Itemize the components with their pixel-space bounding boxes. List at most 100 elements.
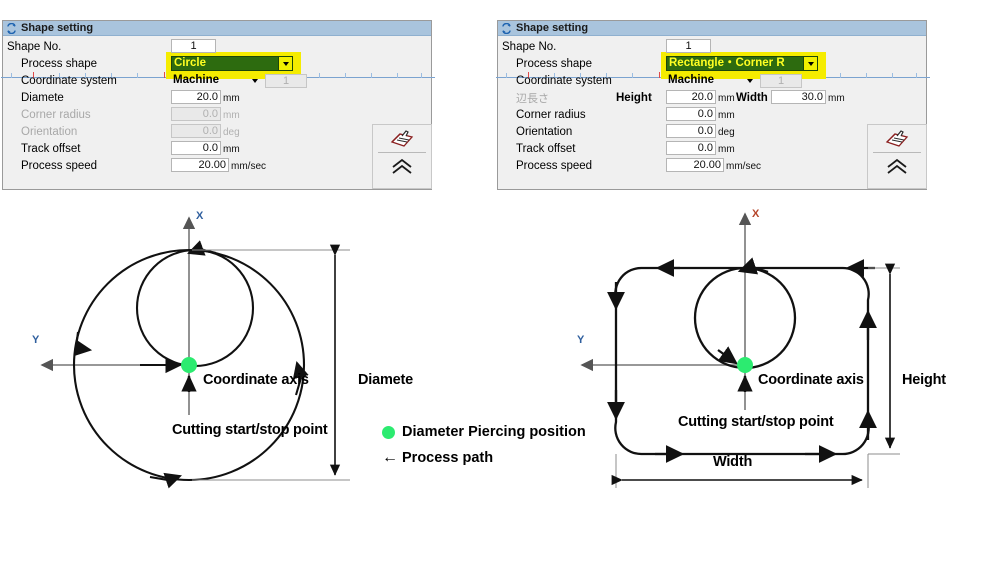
process-speed-unit: mm/sec	[231, 161, 266, 172]
row-side-length: 辺長さ Height 20.0 mm Width 30.0 mm	[498, 89, 926, 106]
row-orientation: Orientation 0.0 deg	[3, 123, 431, 140]
row-coordinate-system: Coordinate system Machine 1	[3, 72, 431, 89]
panel-field-rows: Shape No. 1 Process shape Rectangle・Corn…	[498, 36, 926, 174]
process-shape-label: Process shape	[516, 57, 593, 70]
coordinate-system-index-input[interactable]: 1	[265, 74, 307, 88]
track-offset-label: Track offset	[21, 142, 81, 155]
track-offset-unit: mm	[718, 144, 735, 155]
process-shape-value: Circle	[174, 57, 206, 69]
coordinate-system-combobox[interactable]: Machine	[666, 73, 756, 88]
coordinate-system-label: Coordinate system	[21, 74, 117, 87]
lead-in-circle	[135, 248, 255, 368]
chevron-down-icon[interactable]	[278, 57, 292, 70]
process-shape-label: Process shape	[21, 57, 98, 70]
corner-radius-input: 0.0	[171, 107, 221, 121]
width-input[interactable]: 30.0	[771, 90, 826, 104]
collapse-button[interactable]	[373, 153, 431, 180]
height-input[interactable]: 20.0	[666, 90, 716, 104]
double-chevron-up-icon	[392, 158, 412, 174]
process-speed-label: Process speed	[21, 159, 98, 172]
width-unit: mm	[828, 93, 845, 104]
panel-side-buttons	[867, 124, 927, 189]
row-orientation: Orientation 0.0 deg	[498, 123, 926, 140]
orientation-label: Orientation	[21, 125, 78, 138]
hand-book-icon	[390, 129, 414, 147]
process-speed-input[interactable]: 20.00	[666, 158, 724, 172]
row-process-shape: Process shape Rectangle・Corner R	[498, 55, 926, 72]
process-speed-unit: mm/sec	[726, 161, 761, 172]
shape-setting-panel-rectangle: Shape setting Shape No. 1 Process shape …	[496, 20, 930, 190]
legend-path-label: Process path	[402, 450, 494, 466]
height-label: Height	[616, 91, 652, 104]
rectangle-diagram-svg	[580, 212, 900, 488]
help-button[interactable]	[373, 125, 431, 152]
y-axis-label: Y	[32, 334, 40, 346]
chevron-down-icon[interactable]	[743, 74, 756, 87]
process-speed-input[interactable]: 20.00	[171, 158, 229, 172]
chevron-down-icon[interactable]	[248, 74, 261, 87]
cutting-point-caption: Cutting start/stop point	[678, 414, 834, 430]
orientation-label: Orientation	[516, 125, 573, 138]
process-shape-combobox[interactable]: Circle	[171, 56, 293, 71]
row-corner-radius: Corner radius 0.0 mm	[3, 106, 431, 123]
legend-process-path: ← Process path	[382, 449, 493, 467]
row-track-offset: Track offset 0.0 mm	[3, 140, 431, 157]
coordinate-axis-caption: Coordinate axis	[203, 372, 309, 388]
coordinate-axis-caption: Coordinate axis	[758, 372, 864, 388]
double-chevron-up-icon	[887, 158, 907, 174]
shape-setting-panel-circle: Shape setting Shape No. 1 Process shape …	[1, 20, 435, 190]
corner-radius-label: Corner radius	[516, 108, 586, 121]
diameter-caption: Diamete	[358, 372, 414, 388]
panel-title: Shape setting	[516, 21, 589, 34]
coordinate-system-value: Machine	[173, 74, 220, 86]
left-arrow-icon: ←	[382, 449, 398, 466]
row-shape-no: Shape No. 1	[498, 38, 926, 55]
shape-no-input[interactable]: 1	[171, 39, 216, 53]
track-offset-unit: mm	[223, 144, 240, 155]
coordinate-system-value: Machine	[668, 74, 715, 86]
row-diameter: Diamete 20.0 mm	[3, 89, 431, 106]
diameter-input[interactable]: 20.0	[171, 90, 221, 104]
shape-no-input[interactable]: 1	[666, 39, 711, 53]
cutting-point-caption: Cutting start/stop point	[172, 422, 328, 438]
width-caption: Width	[713, 454, 753, 470]
orientation-input: 0.0	[171, 124, 221, 138]
diameter-unit: mm	[223, 93, 240, 104]
shape-no-label: Shape No.	[502, 40, 557, 53]
panel-titlebar: Shape setting	[3, 21, 431, 36]
corner-radius-input[interactable]: 0.0	[666, 107, 716, 121]
side-length-label: 辺長さ	[516, 92, 549, 105]
panel-titlebar: Shape setting	[498, 21, 926, 36]
circle-diagram-svg	[40, 216, 350, 489]
collapse-button[interactable]	[868, 153, 926, 180]
row-process-speed: Process speed 20.00 mm/sec	[3, 157, 431, 174]
panel-field-rows: Shape No. 1 Process shape Circle Coordin…	[3, 36, 431, 174]
coordinate-system-index-input[interactable]: 1	[760, 74, 802, 88]
row-coordinate-system: Coordinate system Machine 1	[498, 72, 926, 89]
corner-radius-unit: mm	[223, 110, 240, 121]
rectangle-process-diagram: X Y Coordinate axis Cutting start/stop p…	[570, 200, 995, 500]
corner-radius-unit: mm	[718, 110, 735, 121]
process-shape-combobox[interactable]: Rectangle・Corner R	[666, 56, 818, 71]
hand-book-icon	[885, 129, 909, 147]
row-shape-no: Shape No. 1	[3, 38, 431, 55]
row-corner-radius: Corner radius 0.0 mm	[498, 106, 926, 123]
coordinate-system-combobox[interactable]: Machine	[171, 73, 261, 88]
shape-setting-icon	[502, 22, 511, 34]
circle-process-diagram: X Y Coordinate axis Cutting start/stop p…	[20, 200, 440, 500]
help-button[interactable]	[868, 125, 926, 152]
panel-side-buttons	[372, 124, 432, 189]
row-process-speed: Process speed 20.00 mm/sec	[498, 157, 926, 174]
width-label: Width	[736, 91, 768, 104]
row-track-offset: Track offset 0.0 mm	[498, 140, 926, 157]
track-offset-input[interactable]: 0.0	[666, 141, 716, 155]
legend-piercing-position: Diameter Piercing position	[382, 424, 586, 440]
corner-radius-label: Corner radius	[21, 108, 91, 121]
diameter-label: Diamete	[21, 91, 64, 104]
row-process-shape: Process shape Circle	[3, 55, 431, 72]
coordinate-system-label: Coordinate system	[516, 74, 612, 87]
track-offset-input[interactable]: 0.0	[171, 141, 221, 155]
process-shape-value: Rectangle・Corner R	[669, 57, 785, 69]
orientation-input[interactable]: 0.0	[666, 124, 716, 138]
chevron-down-icon[interactable]	[803, 57, 817, 70]
